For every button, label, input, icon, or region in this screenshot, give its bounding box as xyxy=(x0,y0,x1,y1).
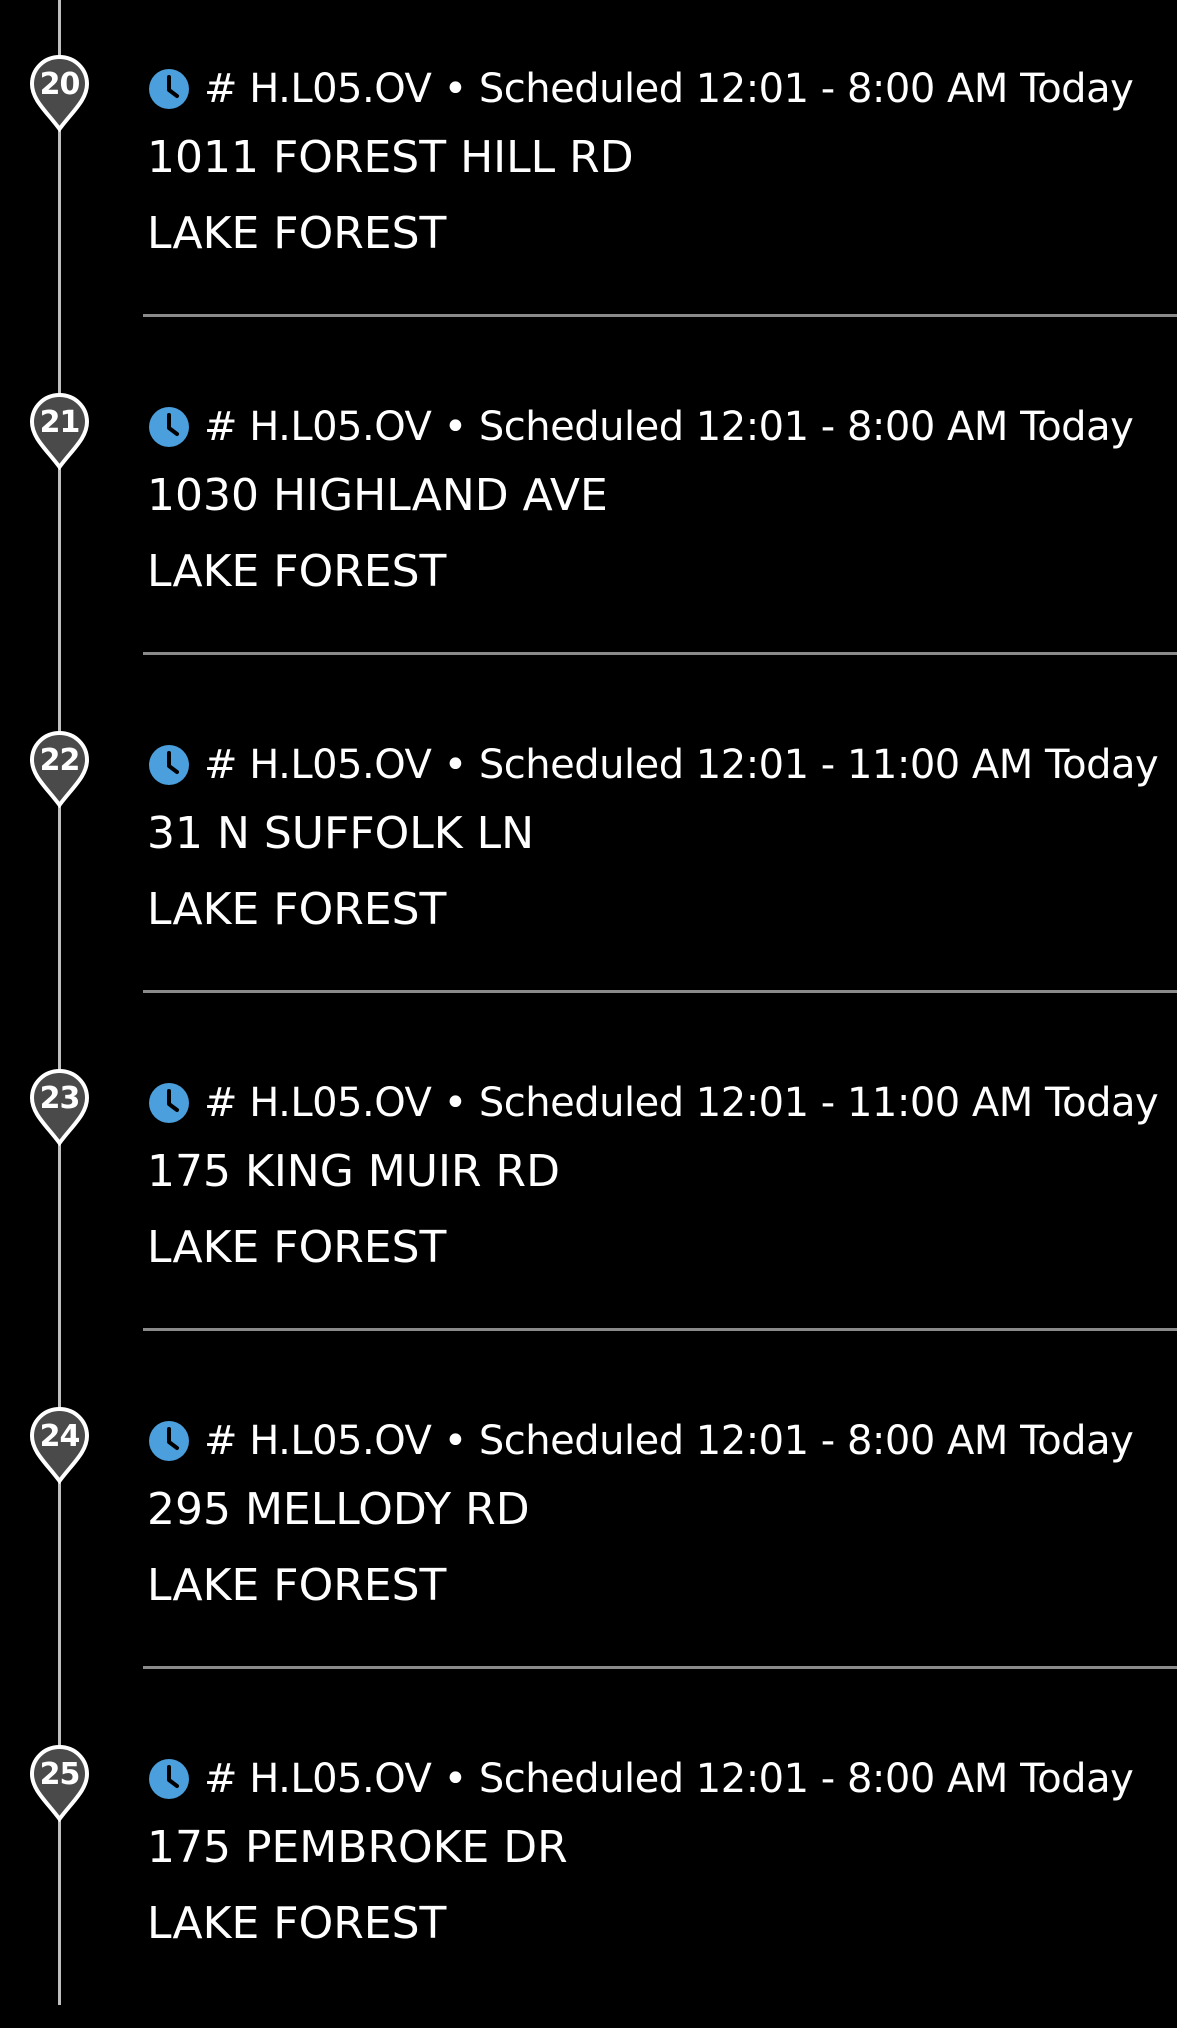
schedule-row: # H.L05.OV • Scheduled 12:01 - 8:00 AM T… xyxy=(148,64,1134,114)
stop-list: 20 # H.L05.OV • Scheduled 12:01 - 8:00 A… xyxy=(0,0,1177,2005)
address: 1030 HIGHLAND AVE xyxy=(147,470,608,521)
schedule-text: # H.L05.OV • Scheduled 12:01 - 8:00 AM T… xyxy=(204,66,1134,112)
schedule-row: # H.L05.OV • Scheduled 12:01 - 8:00 AM T… xyxy=(148,1416,1134,1466)
address: 175 PEMBROKE DR xyxy=(147,1822,568,1873)
map-pin-icon: 20 xyxy=(29,54,90,133)
schedule-row: # H.L05.OV • Scheduled 12:01 - 11:00 AM … xyxy=(148,740,1159,790)
city: LAKE FOREST xyxy=(147,1898,447,1949)
city: LAKE FOREST xyxy=(147,208,447,259)
address: 1011 FOREST HILL RD xyxy=(147,132,634,183)
schedule-text: # H.L05.OV • Scheduled 12:01 - 8:00 AM T… xyxy=(204,1756,1134,1802)
stop-item[interactable]: 23 # H.L05.OV • Scheduled 12:01 - 11:00 … xyxy=(0,1014,1177,1352)
map-pin-icon: 22 xyxy=(29,730,90,809)
schedule-text: # H.L05.OV • Scheduled 12:01 - 8:00 AM T… xyxy=(204,404,1134,450)
address: 295 MELLODY RD xyxy=(147,1484,530,1535)
address: 175 KING MUIR RD xyxy=(147,1146,560,1197)
stop-number: 22 xyxy=(39,743,81,778)
divider xyxy=(143,652,1177,655)
stop-number: 25 xyxy=(39,1757,81,1792)
schedule-row: # H.L05.OV • Scheduled 12:01 - 11:00 AM … xyxy=(148,1078,1159,1128)
stop-item[interactable]: 25 # H.L05.OV • Scheduled 12:01 - 8:00 A… xyxy=(0,1690,1177,2028)
stop-number: 23 xyxy=(39,1081,81,1116)
clock-icon xyxy=(149,1421,189,1461)
divider xyxy=(143,1666,1177,1669)
stop-item[interactable]: 22 # H.L05.OV • Scheduled 12:01 - 11:00 … xyxy=(0,676,1177,1014)
address: 31 N SUFFOLK LN xyxy=(147,808,535,859)
map-pin-icon: 21 xyxy=(29,392,90,471)
divider xyxy=(143,1328,1177,1331)
clock-icon xyxy=(149,1083,189,1123)
stop-item[interactable]: 24 # H.L05.OV • Scheduled 12:01 - 8:00 A… xyxy=(0,1352,1177,1690)
stop-number: 21 xyxy=(39,405,81,440)
stop-number: 20 xyxy=(39,67,81,102)
divider xyxy=(143,314,1177,317)
stop-item[interactable]: 21 # H.L05.OV • Scheduled 12:01 - 8:00 A… xyxy=(0,338,1177,676)
schedule-text: # H.L05.OV • Scheduled 12:01 - 8:00 AM T… xyxy=(204,1418,1134,1464)
map-pin-icon: 24 xyxy=(29,1406,90,1485)
clock-icon xyxy=(149,407,189,447)
city: LAKE FOREST xyxy=(147,1560,447,1611)
schedule-row: # H.L05.OV • Scheduled 12:01 - 8:00 AM T… xyxy=(148,1754,1134,1804)
city: LAKE FOREST xyxy=(147,1222,447,1273)
city: LAKE FOREST xyxy=(147,884,447,935)
stop-item[interactable]: 20 # H.L05.OV • Scheduled 12:01 - 8:00 A… xyxy=(0,0,1177,338)
stop-number: 24 xyxy=(39,1419,81,1454)
city: LAKE FOREST xyxy=(147,546,447,597)
divider xyxy=(143,990,1177,993)
map-pin-icon: 25 xyxy=(29,1744,90,1823)
schedule-text: # H.L05.OV • Scheduled 12:01 - 11:00 AM … xyxy=(204,742,1159,788)
map-pin-icon: 23 xyxy=(29,1068,90,1147)
schedule-text: # H.L05.OV • Scheduled 12:01 - 11:00 AM … xyxy=(204,1080,1159,1126)
clock-icon xyxy=(149,745,189,785)
schedule-row: # H.L05.OV • Scheduled 12:01 - 8:00 AM T… xyxy=(148,402,1134,452)
clock-icon xyxy=(149,69,189,109)
clock-icon xyxy=(149,1759,189,1799)
